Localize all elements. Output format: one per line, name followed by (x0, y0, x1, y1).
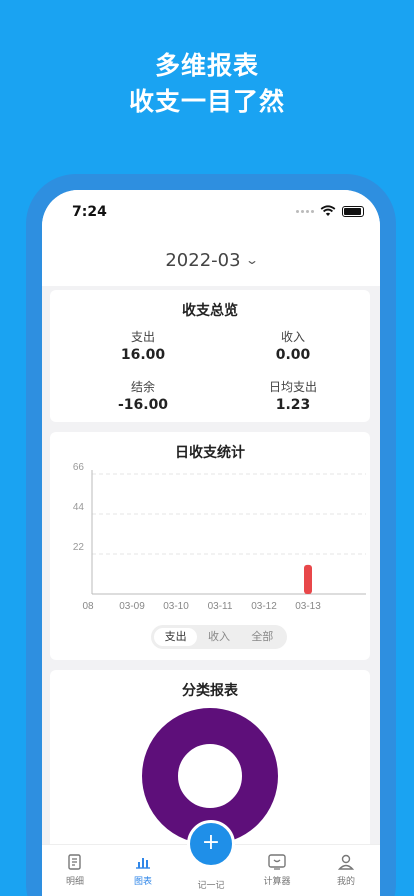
tab-charts-label: 图表 (133, 877, 152, 887)
daily-stats-card: 日收支统计 22 44 66 08 03-09 03-10 03-11 03-12 03-13 … (50, 432, 370, 660)
balance-label: 结余 (130, 380, 155, 394)
x-tick-label: 03-10 (163, 601, 189, 612)
tab-details[interactable]: 明细 (50, 853, 100, 887)
tab-details-label: 明细 (65, 877, 84, 887)
donut-slice[interactable] (142, 708, 278, 844)
promo-title-line2: 收支一目了然 (128, 87, 285, 116)
promo-title-line1: 多维报表 (154, 51, 259, 80)
income-label: 收入 (280, 330, 305, 344)
balance-value: -16.00 (117, 397, 169, 413)
tab-charts[interactable]: 图表 (118, 853, 168, 887)
chevron-down-icon: ⌄ (244, 253, 259, 267)
x-tick-label: 08 (82, 601, 94, 612)
type-toggle: 支出 收入 全部 (151, 625, 287, 649)
add-record-button[interactable]: + (187, 820, 235, 868)
balance-stat: 结余 -16.00 (68, 378, 218, 413)
tab-calculator-label: 计算器 (263, 877, 291, 887)
bar-03-13 (304, 564, 312, 594)
month-selector[interactable]: 2022-03 ⌄ (42, 234, 380, 286)
toggle-income[interactable]: 收入 (197, 628, 240, 646)
calculator-icon (268, 854, 286, 870)
expense-stat: 支出 16.00 (68, 328, 218, 363)
tab-profile[interactable]: 我的 (321, 853, 371, 887)
tab-profile-label: 我的 (336, 877, 355, 887)
income-value: 0.00 (275, 347, 311, 363)
tab-calculator[interactable]: 计算器 (252, 853, 302, 887)
month-value: 2022-03 (165, 249, 241, 271)
user-icon (337, 854, 355, 870)
wifi-icon (320, 205, 336, 216)
battery-icon (342, 205, 364, 217)
chart-icon (136, 858, 150, 869)
toggle-all[interactable]: 全部 (241, 628, 284, 646)
x-tick-label: 03-11 (208, 601, 233, 612)
x-tick-label: 03-13 (295, 601, 321, 612)
list-icon (68, 854, 81, 870)
y-tick-label: 22 (73, 542, 85, 553)
daily-stats-title: 日收支统计 (175, 445, 245, 461)
overview-card: 收支总览 支出 16.00 收入 0.00 结余 -16.00 日均支出 1.2… (50, 290, 370, 422)
signal-icon (296, 209, 314, 213)
toggle-expense[interactable]: 支出 (154, 628, 198, 646)
income-stat: 收入 0.00 (218, 328, 368, 363)
category-report-title: 分类报表 (182, 683, 238, 699)
x-tick-label: 03-12 (251, 601, 277, 612)
daily-bar-chart: 22 44 66 08 03-09 03-10 03-11 03-12 03-13 (73, 462, 366, 612)
status-bar: 7:24 (42, 190, 380, 234)
app-screen: 7:24 2022-03 ⌄ 收支总览 支出 16.00 收入 0.00 结余 … (42, 190, 380, 896)
expense-value: 16.00 (120, 347, 166, 363)
daily-average-value: 1.23 (275, 397, 311, 413)
add-record-label: 记一记 (197, 881, 225, 891)
daily-average-label: 日均支出 (268, 380, 317, 394)
overview-title: 收支总览 (182, 303, 238, 319)
status-time: 7:24 (72, 204, 107, 220)
y-tick-label: 44 (73, 502, 85, 513)
x-tick-label: 03-09 (119, 601, 145, 612)
y-tick-label: 66 (73, 462, 85, 473)
expense-label: 支出 (130, 330, 155, 344)
daily-average-stat: 日均支出 1.23 (218, 378, 368, 413)
